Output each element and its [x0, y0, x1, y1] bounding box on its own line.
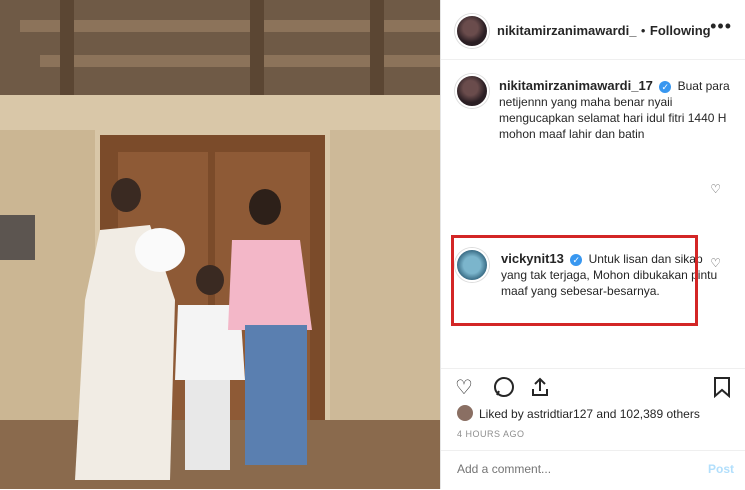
post-header: nikitamirzanimawardi_ • Following •••: [441, 0, 745, 60]
share-icon[interactable]: [529, 376, 551, 404]
bookmark-icon[interactable]: [712, 376, 732, 404]
header-separator: •: [640, 23, 646, 38]
heart-icon[interactable]: ♡: [710, 182, 721, 196]
header-text: nikitamirzanimawardi_ • Following: [497, 22, 711, 40]
author-avatar[interactable]: [455, 14, 489, 48]
post-timestamp: 4 HOURS AGO: [457, 429, 525, 439]
caption-username[interactable]: nikitamirzanimawardi_17: [499, 78, 653, 93]
caption: nikitamirzanimawardi_17 ✓ Buat para neti…: [499, 78, 734, 142]
follow-status-button[interactable]: Following: [650, 23, 711, 38]
add-comment-bar: Post: [441, 450, 745, 490]
heart-icon[interactable]: ♡: [455, 375, 473, 400]
liker-avatar: [457, 405, 473, 421]
comment-icon[interactable]: [493, 376, 515, 404]
caption-avatar[interactable]: [455, 74, 489, 108]
add-comment-input[interactable]: [455, 461, 679, 477]
post-actions: ♡ Liked by astridtiar127 and 102,389 oth…: [441, 368, 745, 459]
header-username[interactable]: nikitamirzanimawardi_: [497, 23, 636, 38]
post-button[interactable]: Post: [708, 462, 734, 476]
more-icon[interactable]: •••: [710, 16, 732, 37]
comment-highlight-box: [451, 235, 698, 326]
post-photo[interactable]: [0, 0, 440, 489]
heart-icon[interactable]: ♡: [710, 256, 721, 270]
verified-icon: ✓: [659, 80, 672, 93]
likes-count[interactable]: Liked by astridtiar127 and 102,389 other…: [479, 407, 700, 421]
family-photo-illustration: [0, 0, 440, 489]
